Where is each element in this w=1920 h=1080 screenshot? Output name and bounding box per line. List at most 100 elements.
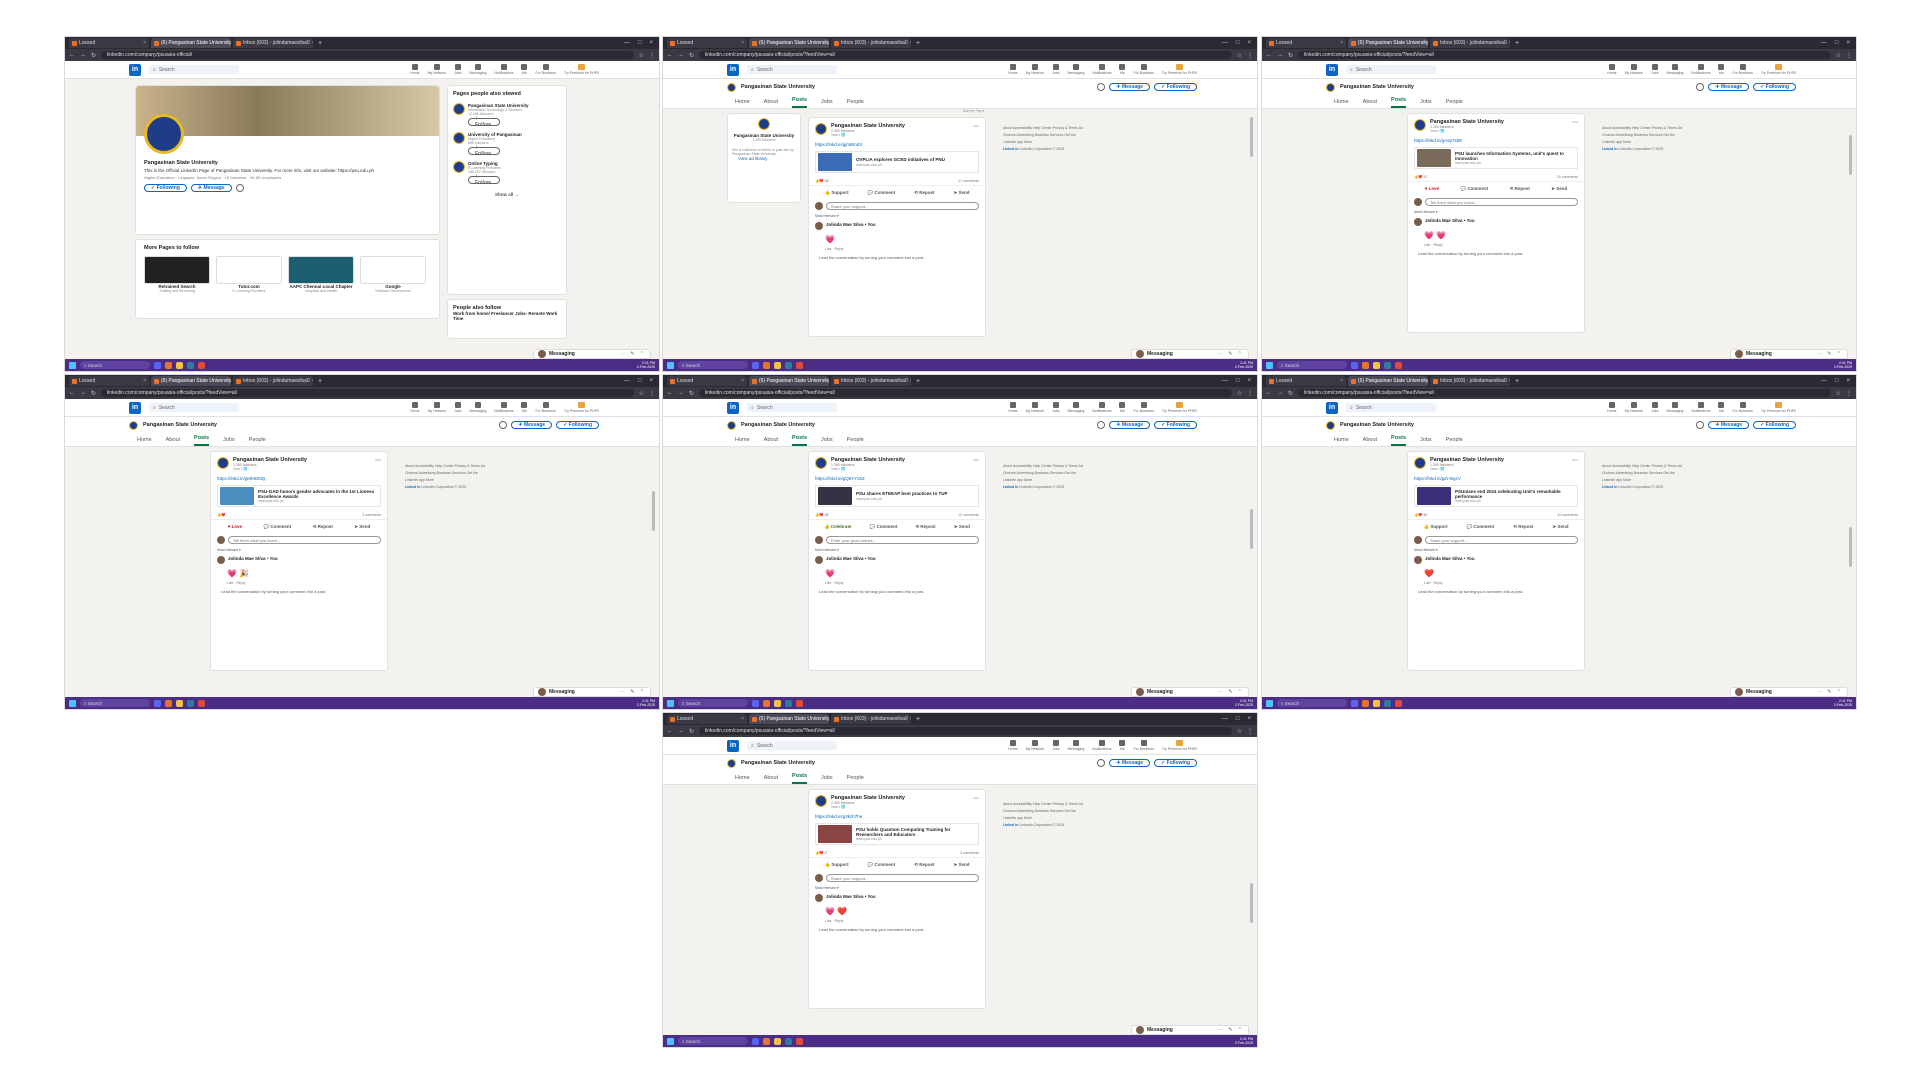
footer-link[interactable]: Accessibility [1013, 464, 1033, 468]
footer-link[interactable]: Business Services [1634, 471, 1664, 475]
footer-link[interactable]: Business Services [1634, 133, 1664, 137]
bookmark-star-icon[interactable]: ☆ [1237, 390, 1242, 397]
new-tab-icon[interactable]: + [913, 716, 923, 723]
most-relevant-dropdown[interactable]: Most relevant ▾ [809, 884, 985, 892]
new-tab-icon[interactable]: + [315, 40, 325, 47]
back-icon[interactable]: ← [69, 52, 75, 58]
messaging-dock[interactable]: Messaging ⋯ ✎ ⌃ [1131, 349, 1249, 359]
nav-item-my-network[interactable]: My Network [1625, 64, 1643, 75]
maximize-icon[interactable]: □ [1835, 40, 1839, 46]
maximize-icon[interactable]: □ [1835, 378, 1839, 384]
tab-about[interactable]: About [764, 437, 778, 446]
comment-count[interactable]: 10 comments [958, 513, 979, 517]
extensions-icon[interactable]: ⋮ [1846, 52, 1852, 59]
nav-item-home[interactable]: Home [1607, 402, 1617, 413]
premium-link[interactable]: Try Premium for PHP0 [1162, 64, 1197, 75]
nav-item-for-business[interactable]: For Business [1133, 64, 1154, 75]
minimize-icon[interactable]: — [1222, 716, 1228, 722]
nav-item-messaging[interactable]: Messaging [1067, 402, 1084, 413]
messaging-controls[interactable]: ⋯ ✎ ⌃ [1218, 689, 1248, 695]
footer-link[interactable]: Business Services [437, 471, 467, 475]
reload-icon[interactable]: ↻ [91, 390, 96, 397]
comment-count[interactable]: 17 comments [958, 179, 979, 183]
nav-item-my-network[interactable]: My Network [1026, 740, 1044, 751]
nav-item-my-network[interactable]: My Network [428, 64, 446, 75]
comment-count[interactable]: 3 comments [960, 851, 979, 855]
messaging-controls[interactable]: ⋯ ✎ ⌃ [620, 689, 650, 695]
footer-link[interactable]: Privacy & Terms [1053, 464, 1079, 468]
taskbar-app-icon[interactable] [187, 361, 194, 369]
taskbar-app-icon[interactable] [1373, 699, 1380, 707]
tab-home[interactable]: Home [137, 437, 152, 446]
taskbar-app-icon[interactable] [763, 1037, 770, 1045]
also-viewed-logo[interactable] [453, 132, 465, 144]
bookmark-star-icon[interactable]: ☆ [1237, 52, 1242, 59]
tab-posts[interactable]: Posts [792, 773, 808, 784]
footer-link[interactable]: Privacy & Terms [455, 464, 481, 468]
reaction-count[interactable]: 👍❤️ [217, 513, 226, 517]
taskbar-app-icon[interactable] [154, 361, 161, 369]
footer-link[interactable]: More [1623, 140, 1631, 144]
nav-item-me[interactable]: Me [521, 402, 528, 413]
post-link[interactable]: https://lnkd.in/gAsp7s08 [1408, 138, 1584, 143]
address-input[interactable]: linkedin.com/company/psuasia-official/po… [1298, 389, 1831, 397]
show-all-link[interactable]: Show all → [453, 192, 561, 197]
commenter-avatar[interactable] [1414, 556, 1422, 564]
footer-link[interactable]: More [1024, 478, 1032, 482]
page-scrollbar[interactable] [1250, 509, 1253, 549]
browser-tab[interactable]: (6) Pangasinan State University× [749, 38, 829, 48]
nav-item-for-business[interactable]: For Business [1732, 402, 1753, 413]
like-reply-links[interactable]: Like · Reply [1408, 243, 1584, 247]
article-preview[interactable]: PSUnians end 2024 celebrating Unit's rem… [1414, 485, 1578, 507]
tab-close-icon[interactable]: × [312, 378, 313, 384]
bookmark-star-icon[interactable]: ☆ [639, 52, 644, 59]
nav-item-home[interactable]: Home [1008, 64, 1018, 75]
browser-tab[interactable]: Lossed × [667, 714, 747, 724]
following-button[interactable]: ✓ Following [1154, 421, 1197, 429]
send-button[interactable]: ➤ Send [1552, 524, 1568, 530]
tab-close-icon[interactable]: × [143, 40, 146, 46]
search-input[interactable]: ⌕ Search [149, 403, 239, 412]
tab-about[interactable]: About [1363, 99, 1377, 108]
taskbar-app-icon[interactable] [752, 699, 759, 707]
bookmark-star-icon[interactable]: ☆ [1836, 52, 1841, 59]
maximize-icon[interactable]: □ [638, 378, 642, 384]
taskbar-app-icon[interactable] [752, 361, 759, 369]
also-viewed-logo[interactable] [453, 161, 465, 173]
new-tab-icon[interactable]: + [1512, 378, 1522, 385]
taskbar-search[interactable]: ⌕ Search [80, 699, 150, 707]
nav-item-messaging[interactable]: Messaging [469, 402, 486, 413]
following-button[interactable]: ✓ Following [144, 184, 187, 192]
premium-link[interactable]: Try Premium for PHP0 [1162, 740, 1197, 751]
footer-link[interactable]: About [1003, 126, 1013, 130]
tab-posts[interactable]: Posts [1391, 97, 1407, 108]
tab-close-icon[interactable]: × [741, 716, 744, 722]
nav-item-notifications[interactable]: Notifications [494, 64, 513, 75]
message-button[interactable]: ✈ Message [1708, 83, 1750, 91]
footer-link[interactable]: Advertising [1615, 471, 1633, 475]
comment-button[interactable]: 💬 Comment [1467, 524, 1495, 530]
extensions-icon[interactable]: ⋮ [649, 390, 655, 397]
footer-link[interactable]: Advertising [418, 471, 436, 475]
start-icon[interactable] [1266, 361, 1273, 369]
most-relevant-dropdown[interactable]: Most relevant ▾ [809, 546, 985, 554]
back-icon[interactable]: ← [667, 728, 673, 734]
nav-item-for-business[interactable]: For Business [1732, 64, 1753, 75]
back-icon[interactable]: ← [69, 390, 75, 396]
most-relevant-dropdown[interactable]: Most relevant ▾ [809, 212, 985, 220]
forward-icon[interactable]: → [678, 52, 684, 58]
footer-link[interactable]: Privacy & Terms [1652, 464, 1678, 468]
start-icon[interactable] [667, 361, 674, 369]
nav-item-messaging[interactable]: Messaging [1666, 402, 1683, 413]
footer-link[interactable]: About [1602, 464, 1612, 468]
comment-button[interactable]: 💬 Comment [264, 524, 292, 530]
taskbar-app-icon[interactable] [1351, 361, 1358, 369]
more-options-icon[interactable] [499, 421, 508, 429]
post-link[interactable]: https://lnkd.in/gjmBmdX [809, 142, 985, 147]
article-preview[interactable]: PSU launches Information Systems, unit's… [1414, 147, 1578, 169]
like-reply-links[interactable]: Like · Reply [809, 919, 985, 923]
taskbar-app-icon[interactable] [1384, 699, 1391, 707]
reaction-count[interactable]: 👍❤️ 3 [815, 851, 827, 855]
post-more-icon[interactable]: ⋯ [375, 457, 381, 471]
comment-input[interactable]: Tell them what you loved... [228, 536, 381, 544]
